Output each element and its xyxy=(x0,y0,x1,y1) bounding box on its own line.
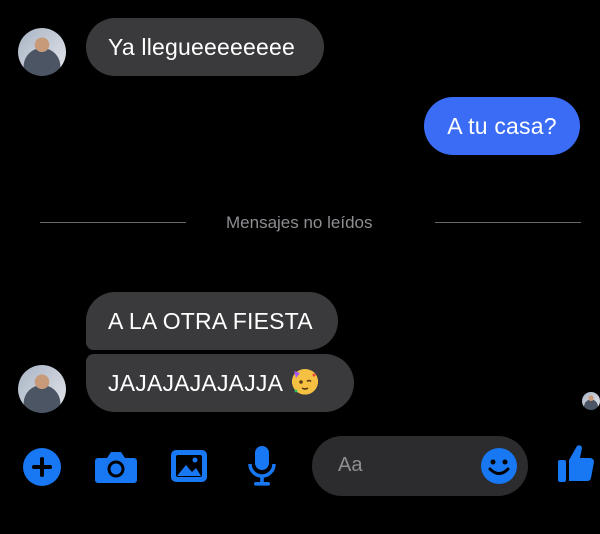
contact-avatar[interactable] xyxy=(18,365,66,413)
microphone-icon[interactable] xyxy=(246,444,278,488)
message-bubble-incoming[interactable]: A LA OTRA FIESTA xyxy=(86,292,338,350)
message-text: A LA OTRA FIESTA xyxy=(108,307,313,334)
message-text: JAJAJAJAJAJJA xyxy=(108,369,284,396)
camera-icon[interactable] xyxy=(94,446,138,486)
divider-line-left xyxy=(40,222,186,223)
message-bubble-incoming[interactable]: Ya llegueeeeeeee xyxy=(86,18,324,76)
unread-divider-label: Mensajes no leídos xyxy=(226,213,373,232)
message-input-placeholder: Aa xyxy=(338,454,363,476)
partying-face-icon xyxy=(291,369,320,397)
thumbs-up-icon[interactable] xyxy=(556,442,596,486)
plus-icon[interactable] xyxy=(22,447,62,487)
message-bubble-incoming[interactable]: JAJAJAJAJAJJA xyxy=(86,354,354,412)
message-bubble-outgoing[interactable]: A tu casa? xyxy=(424,97,580,155)
divider-line-right xyxy=(435,222,581,223)
emoji-icon[interactable] xyxy=(479,446,519,486)
contact-avatar[interactable] xyxy=(18,28,66,76)
image-icon[interactable] xyxy=(169,446,209,486)
message-text: Ya llegueeeeeeee xyxy=(108,33,295,60)
read-receipt-avatar xyxy=(582,392,600,410)
message-text: A tu casa? xyxy=(447,112,557,139)
